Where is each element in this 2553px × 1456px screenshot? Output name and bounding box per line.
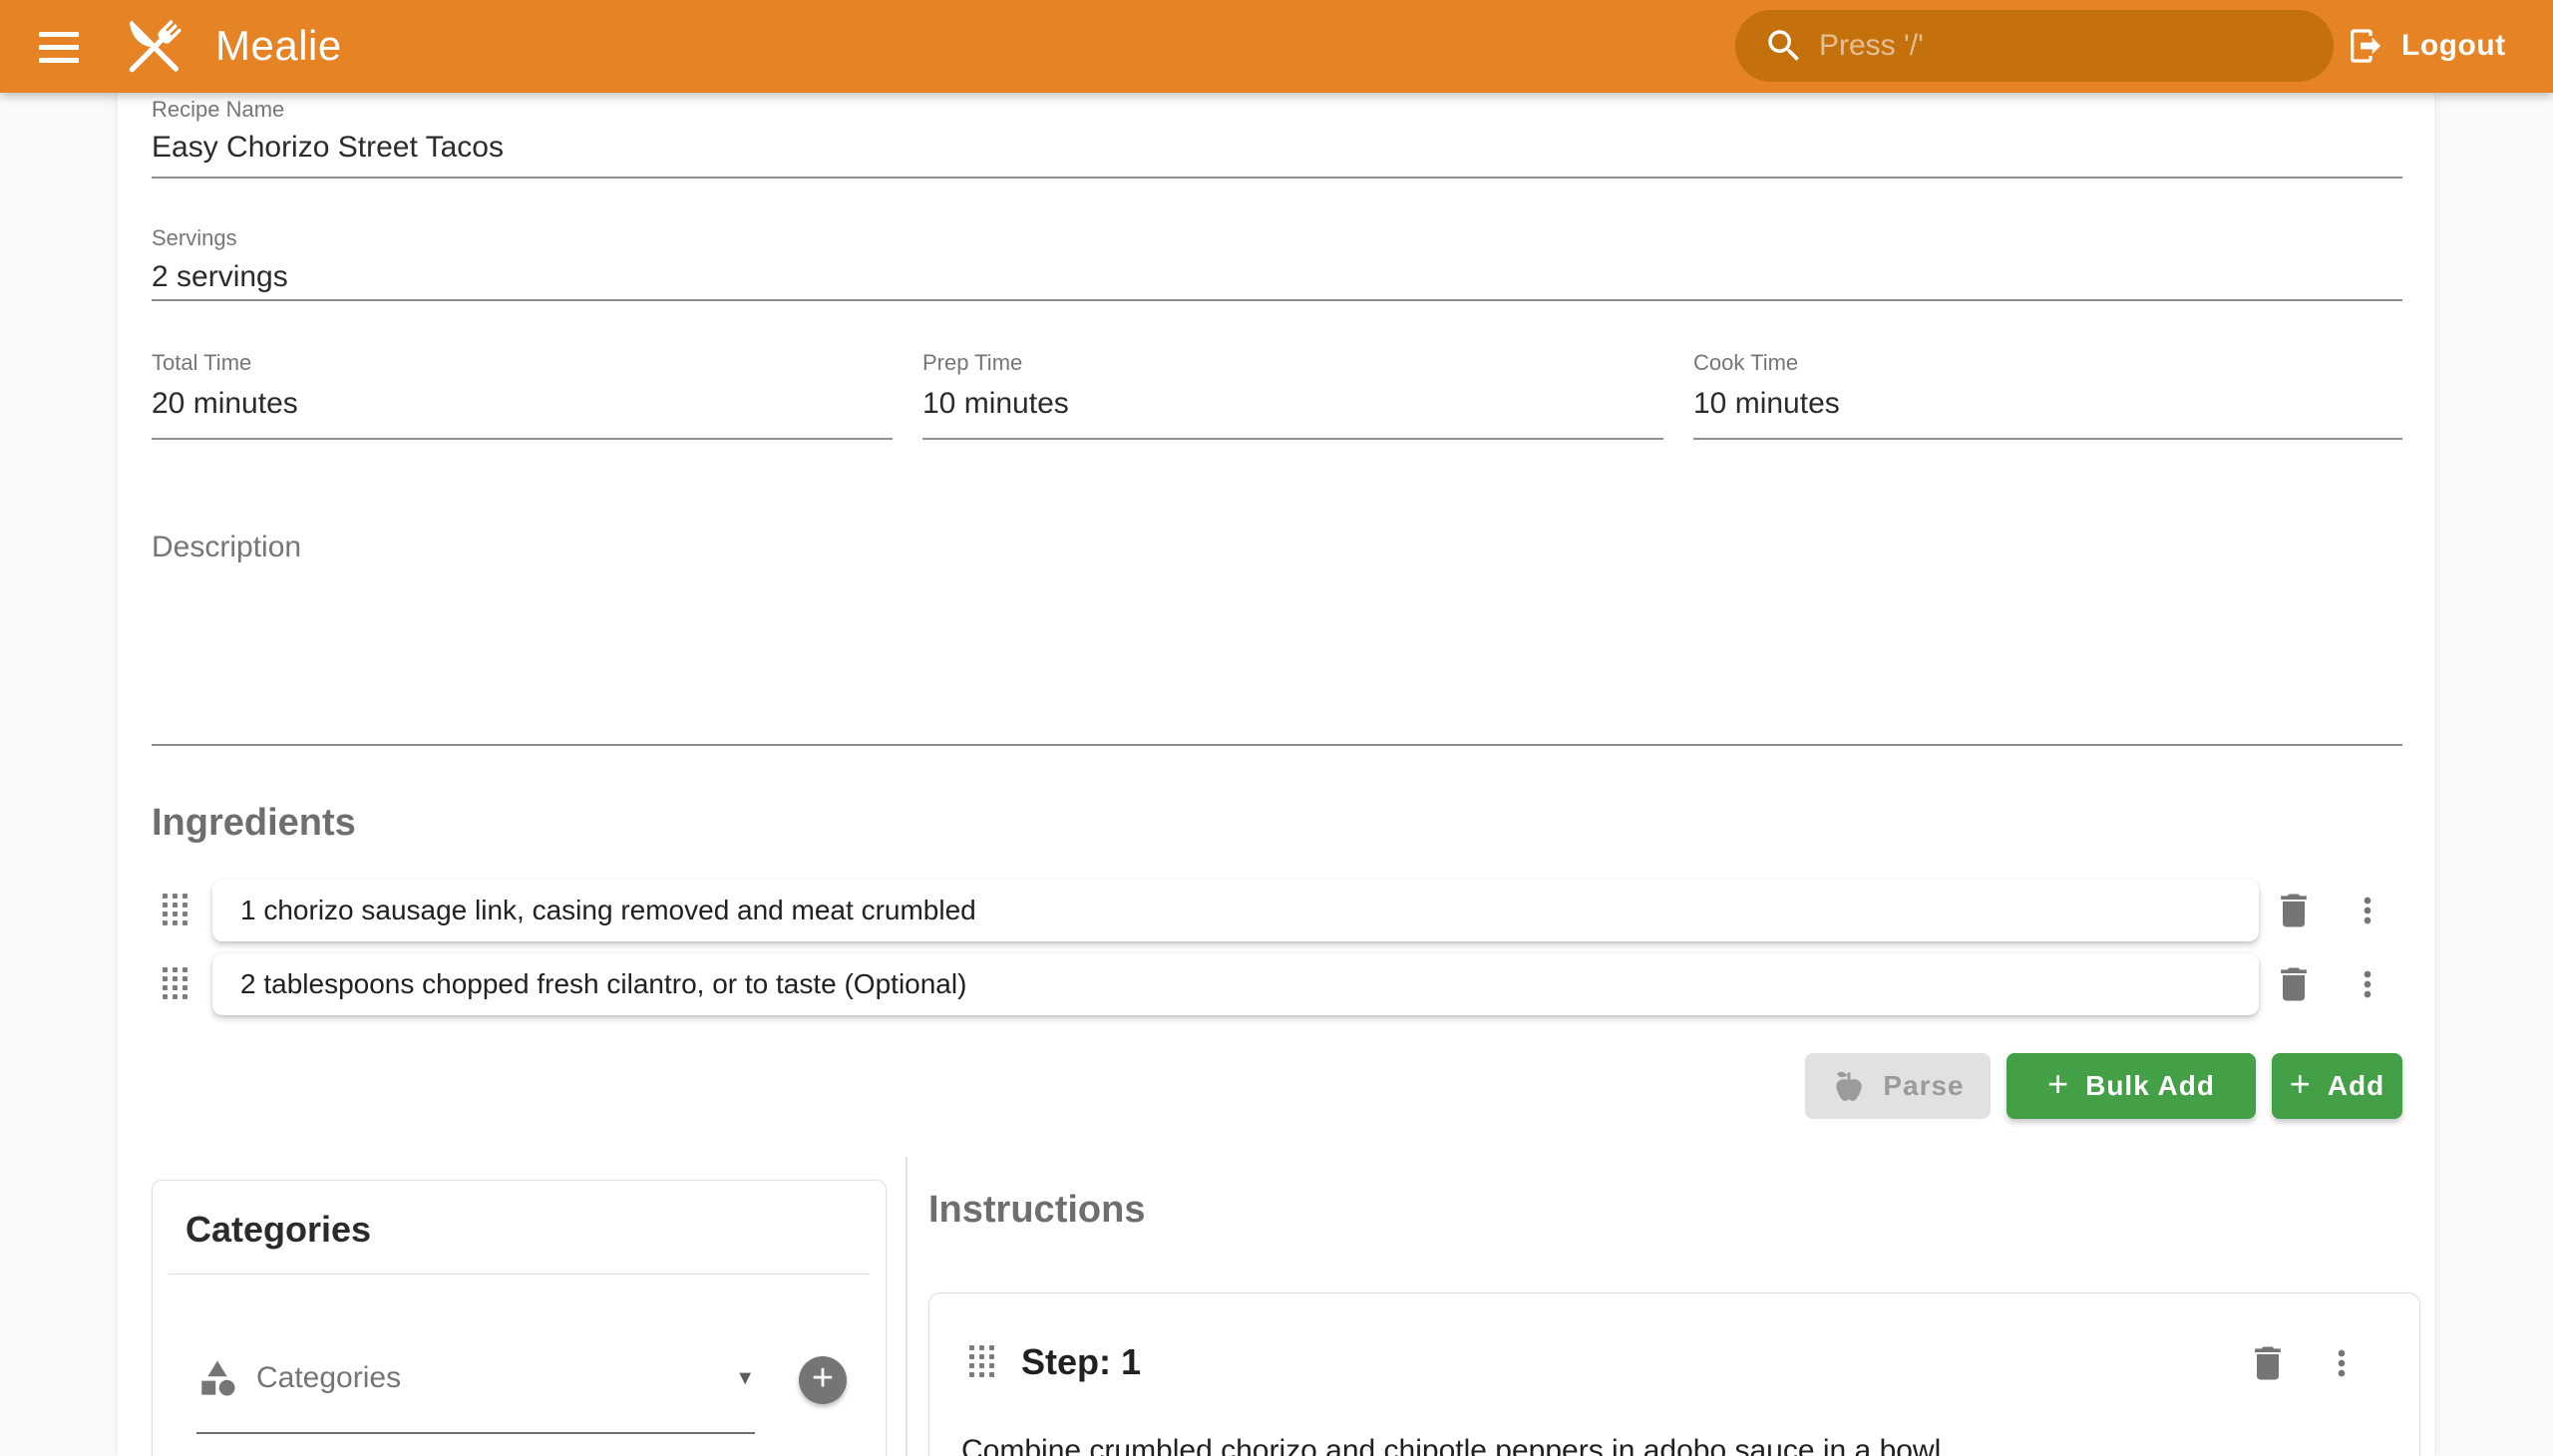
- prep-time-underline: [922, 438, 1663, 440]
- ingredient-drag-handle[interactable]: [163, 967, 190, 1001]
- ingredient-menu-button[interactable]: [2344, 960, 2391, 1008]
- kebab-icon: [2322, 1343, 2362, 1383]
- instruction-step-card: Step: 1 Combine crumbled chorizo and chi…: [928, 1292, 2420, 1456]
- categories-select-label: Categories: [256, 1361, 401, 1395]
- description-textarea[interactable]: [152, 568, 2402, 743]
- shapes-icon: [196, 1357, 238, 1399]
- categories-select-underline: [196, 1432, 755, 1434]
- trash-icon: [2272, 962, 2316, 1006]
- categories-heading: Categories: [185, 1209, 371, 1251]
- hamburger-menu-icon: [39, 32, 79, 63]
- bulk-add-button[interactable]: + Bulk Add: [2006, 1053, 2256, 1119]
- ingredient-input[interactable]: 1 chorizo sausage link, casing removed a…: [240, 895, 976, 926]
- ingredient-drag-handle[interactable]: [163, 894, 190, 927]
- cook-time-input[interactable]: 10 minutes: [1693, 387, 1840, 421]
- trash-icon: [2272, 889, 2316, 932]
- servings-input[interactable]: 2 servings: [152, 260, 288, 294]
- app-title: Mealie: [215, 22, 342, 70]
- total-time-underline: [152, 438, 893, 440]
- mealie-logo-icon: [116, 10, 191, 86]
- trash-icon: [2246, 1341, 2290, 1385]
- recipe-name-underline: [152, 177, 2402, 179]
- ingredient-delete-button[interactable]: [2270, 887, 2318, 934]
- step-title: Step: 1: [1021, 1341, 1141, 1383]
- column-divider: [906, 1157, 908, 1456]
- search-bar[interactable]: [1735, 10, 2334, 82]
- ingredient-input[interactable]: 2 tablespoons chopped fresh cilantro, or…: [240, 968, 966, 1000]
- kebab-icon: [2348, 891, 2387, 930]
- prep-time-input[interactable]: 10 minutes: [922, 387, 1069, 421]
- app-header: Mealie Logout: [0, 0, 2553, 93]
- total-time-label: Total Time: [152, 350, 251, 376]
- ingredient-row: 2 tablespoons chopped fresh cilantro, or…: [212, 953, 2259, 1015]
- step-drag-handle[interactable]: [969, 1345, 997, 1379]
- servings-underline: [152, 299, 2402, 301]
- description-label: Description: [152, 531, 301, 564]
- cook-time-underline: [1693, 438, 2402, 440]
- logout-button[interactable]: Logout: [2346, 12, 2506, 80]
- mealie-app: Mealie Logout Recipe Name Easy Chorizo S…: [0, 0, 2553, 1456]
- step-text-input[interactable]: Combine crumbled chorizo and chipotle pe…: [961, 1431, 2377, 1456]
- apple-icon: [1831, 1068, 1867, 1104]
- add-label: Add: [2328, 1070, 2384, 1102]
- categories-card: Categories Categories ▼ +: [152, 1180, 887, 1456]
- instructions-heading: Instructions: [928, 1189, 1145, 1232]
- logout-icon: [2346, 26, 2385, 66]
- ingredient-row: 1 chorizo sausage link, casing removed a…: [212, 880, 2259, 941]
- kebab-icon: [2348, 964, 2387, 1004]
- step-delete-button[interactable]: [2244, 1339, 2292, 1387]
- recipe-name-label: Recipe Name: [152, 97, 284, 123]
- total-time-input[interactable]: 20 minutes: [152, 387, 298, 421]
- parse-button[interactable]: Parse: [1805, 1053, 1991, 1119]
- plus-icon: +: [812, 1356, 834, 1400]
- prep-time-label: Prep Time: [922, 350, 1022, 376]
- parse-label: Parse: [1883, 1070, 1964, 1102]
- search-icon: [1763, 25, 1805, 67]
- ingredient-delete-button[interactable]: [2270, 960, 2318, 1008]
- description-underline: [152, 744, 2402, 746]
- servings-label: Servings: [152, 225, 237, 251]
- step-menu-button[interactable]: [2318, 1339, 2366, 1387]
- categories-select[interactable]: Categories ▼: [196, 1352, 755, 1404]
- ingredients-heading: Ingredients: [152, 802, 356, 845]
- plus-icon: +: [2290, 1066, 2312, 1102]
- cook-time-label: Cook Time: [1693, 350, 1798, 376]
- recipe-name-input[interactable]: Easy Chorizo Street Tacos: [152, 131, 504, 165]
- plus-icon: +: [2047, 1066, 2069, 1102]
- logout-label: Logout: [2401, 29, 2506, 63]
- menu-button[interactable]: [30, 18, 88, 76]
- add-button[interactable]: + Add: [2272, 1053, 2402, 1119]
- chevron-down-icon: ▼: [735, 1367, 755, 1390]
- bulk-add-label: Bulk Add: [2085, 1070, 2215, 1102]
- add-category-button[interactable]: +: [799, 1356, 847, 1404]
- ingredient-menu-button[interactable]: [2344, 887, 2391, 934]
- search-input[interactable]: [1819, 16, 2310, 76]
